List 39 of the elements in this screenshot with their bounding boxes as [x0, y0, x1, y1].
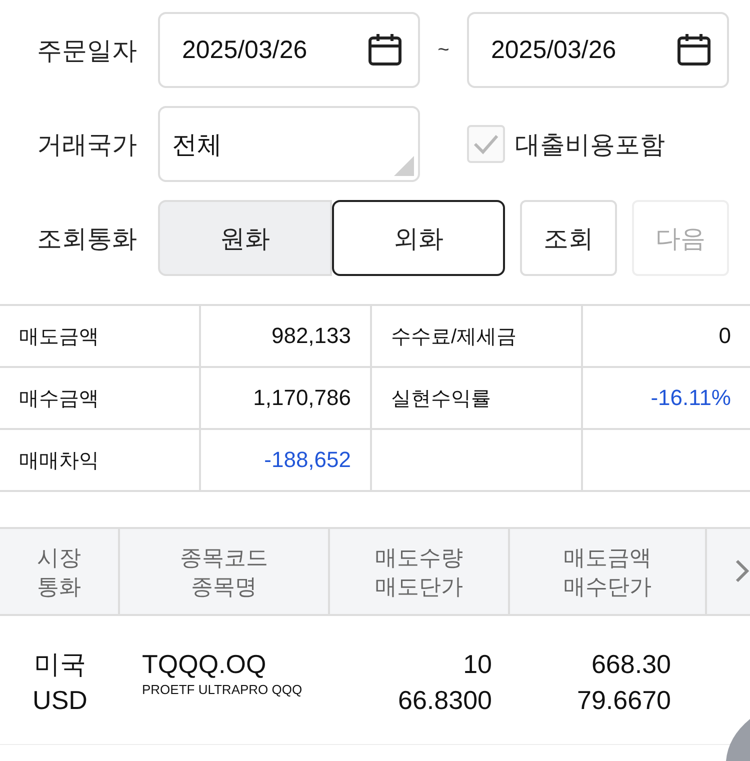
- field-label: 조회통화: [37, 224, 138, 254]
- column-header: 시장 통화: [0, 529, 120, 614]
- checkbox-label: 대출비용포함: [515, 130, 665, 160]
- currency-toggle[interactable]: 외화: [332, 200, 505, 276]
- currency-toggle[interactable]: 원화: [158, 200, 332, 276]
- table-cell: 1,170,786: [201, 368, 372, 430]
- field-label: 주문일자: [37, 36, 138, 66]
- check-icon: [473, 133, 499, 155]
- country-select[interactable]: 전체: [158, 106, 420, 182]
- column-header: 매도금액 매수단가: [510, 529, 707, 614]
- symbol-code: TQQQ.OQ: [142, 648, 266, 681]
- table-cell-text: 668.30: [591, 648, 671, 681]
- column-header: 매도수량 매도단가: [330, 529, 510, 614]
- table-cell: 수수료/제세금: [372, 306, 583, 368]
- table-cell: 실현수익률: [372, 368, 583, 430]
- currency-text: USD: [32, 684, 88, 717]
- resize-handle-icon: [394, 156, 414, 176]
- table-cell-text: 79.6670: [577, 684, 671, 717]
- table-cell-text: 66.8300: [398, 684, 492, 717]
- date-field[interactable]: 2025/03/26: [158, 12, 420, 88]
- date-field[interactable]: 2025/03/26: [467, 12, 729, 88]
- column-header: 종목코드 종목명: [120, 529, 330, 614]
- search-button[interactable]: 조회: [520, 200, 617, 276]
- table-cell-text: 10: [463, 648, 492, 681]
- table-cell: 매수금액: [0, 368, 201, 430]
- table-cell: -188,652: [201, 430, 372, 492]
- table-cell: 982,133: [201, 306, 372, 368]
- market-text: 미국: [34, 648, 86, 681]
- calendar-icon: [368, 33, 402, 67]
- table-cell: -16.11%: [583, 368, 750, 430]
- table-cell: 매매차익: [0, 430, 201, 492]
- range-separator: ~: [436, 38, 450, 62]
- chevron-right-icon[interactable]: [734, 559, 750, 583]
- table-cell: 0: [583, 306, 750, 368]
- field-label: 거래국가: [37, 130, 138, 160]
- calendar-icon: [677, 33, 711, 67]
- floating-button[interactable]: [726, 719, 750, 761]
- symbol-name: PROETF ULTRAPRO QQQ: [142, 682, 302, 697]
- table-cell: 매도금액: [0, 306, 201, 368]
